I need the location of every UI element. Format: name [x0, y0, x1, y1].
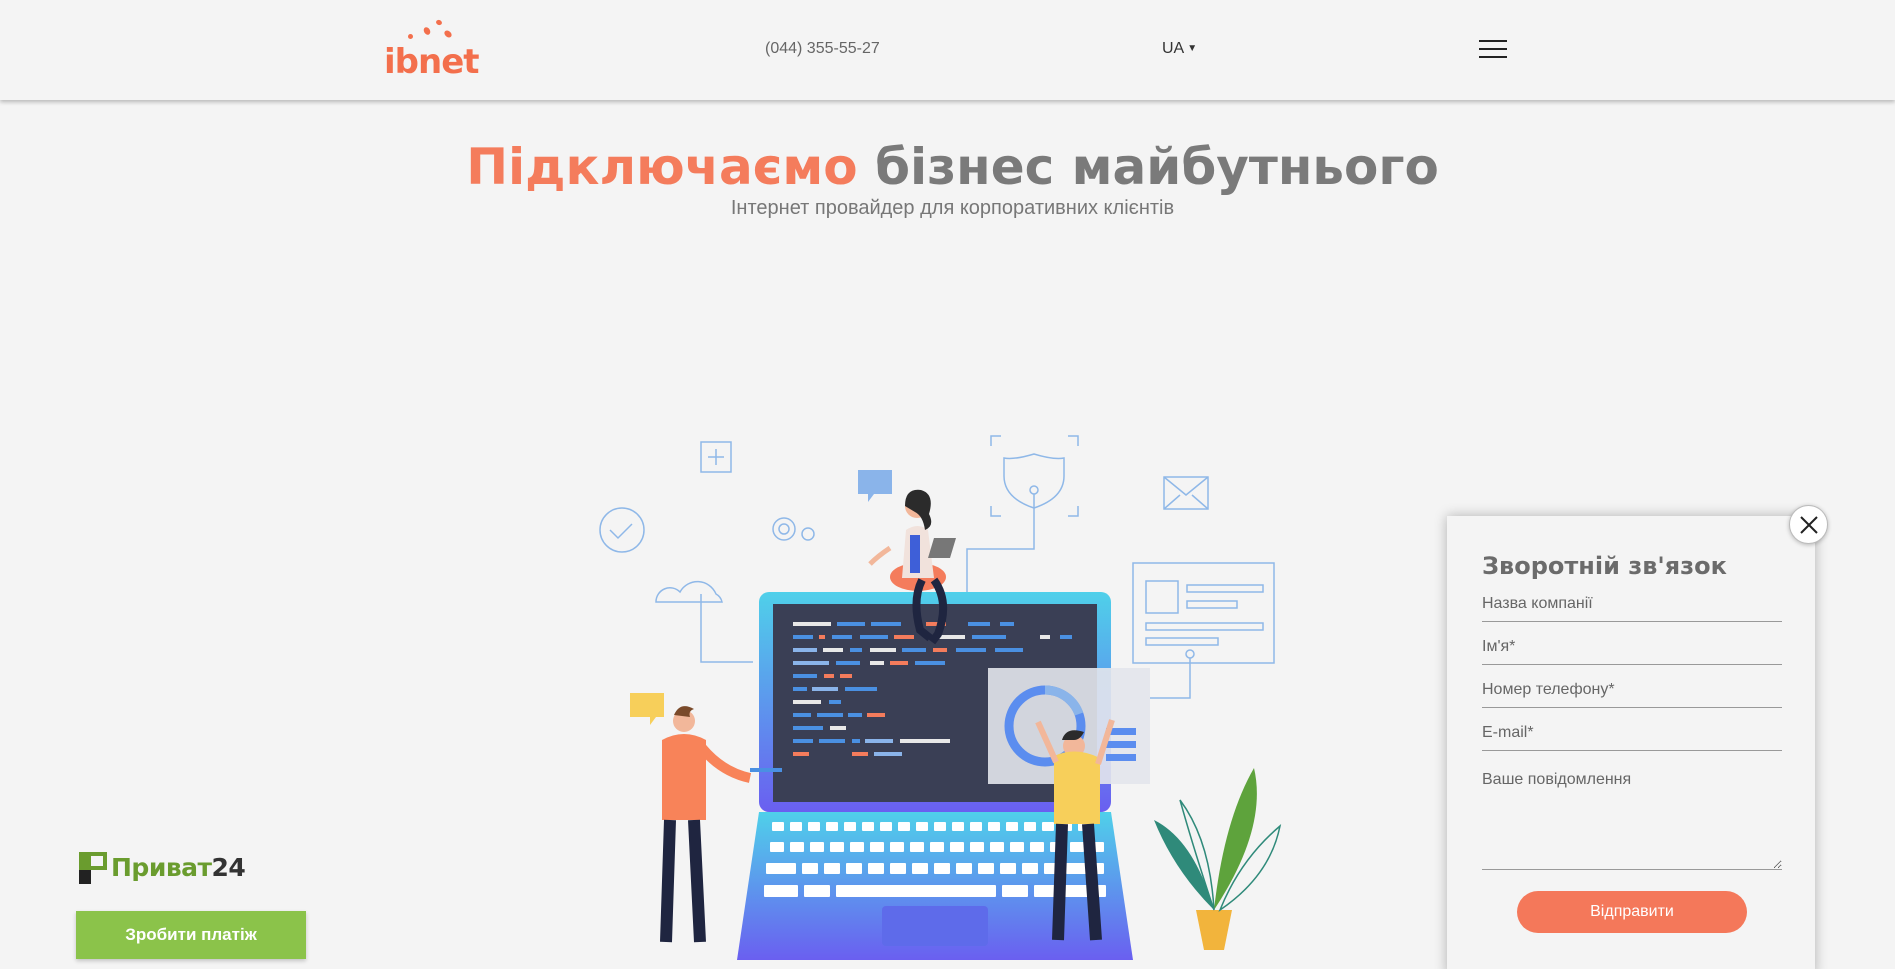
logo-dot	[422, 26, 432, 36]
plant-pot	[1196, 910, 1232, 950]
logo-dot	[435, 19, 443, 26]
phone-field[interactable]	[1482, 672, 1782, 708]
hero-title-accent: Підключаємо	[466, 138, 858, 196]
privat24-logo[interactable]: Приват 24	[77, 848, 246, 886]
message-field[interactable]	[1482, 763, 1782, 870]
gear-icon	[772, 517, 796, 541]
feedback-title: Зворотній зв'язок	[1482, 552, 1727, 580]
check-circle-icon	[599, 507, 645, 553]
email-field[interactable]	[1482, 715, 1782, 751]
privat24-number: 24	[211, 852, 246, 882]
caret-down-icon: ▼	[1187, 43, 1198, 54]
language-current: UA	[1162, 40, 1185, 57]
company-name-field[interactable]	[1482, 586, 1782, 622]
name-field[interactable]	[1482, 629, 1782, 665]
cloud-icon	[655, 580, 723, 603]
privat24-word: Приват	[111, 852, 212, 882]
close-icon[interactable]	[1789, 505, 1828, 544]
hero-title: Підключаємо бізнес майбутнього	[0, 138, 1895, 196]
make-payment-button[interactable]: Зробити платіж	[76, 911, 306, 959]
plant-icon	[1154, 820, 1214, 910]
hero-illustration	[599, 435, 1282, 960]
hero-subtitle: Інтернет провайдер для корпоративних клі…	[730, 197, 1175, 219]
chat-bubble-icon	[858, 470, 892, 502]
site-header: ibnet (044) 355-55-27 UA ▼	[0, 0, 1895, 100]
language-selector[interactable]: UA ▼	[1162, 40, 1197, 58]
logo-dot	[408, 34, 413, 39]
chat-bubble-icon	[630, 693, 664, 725]
header-phone-link[interactable]: (044) 355-55-27	[765, 40, 880, 58]
ibnet-logo[interactable]: ibnet	[384, 18, 494, 82]
logo-text: ibnet	[384, 42, 480, 82]
feedback-form: Зворотній зв'язок Відправити	[1447, 516, 1815, 969]
hero-title-rest: бізнес майбутнього	[875, 138, 1439, 196]
hamburger-icon[interactable]	[1479, 38, 1507, 60]
logo-dot	[443, 29, 453, 39]
submit-button[interactable]: Відправити	[1517, 891, 1747, 933]
privat24-mark-icon	[77, 850, 109, 884]
laptop-trackpad	[882, 906, 988, 946]
